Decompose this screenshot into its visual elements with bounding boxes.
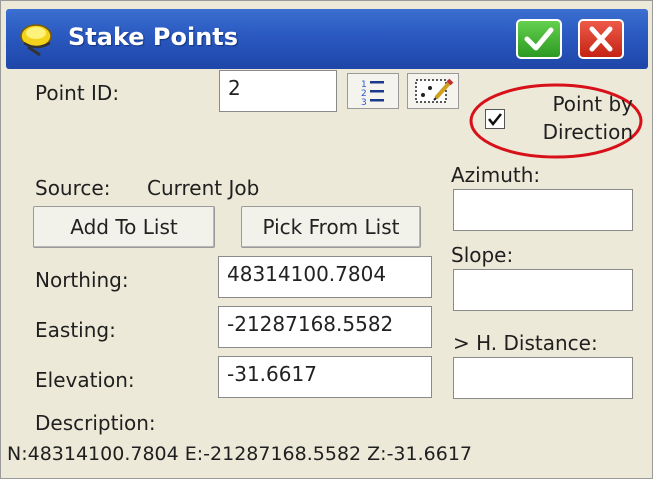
point-by-direction-checkbox[interactable] — [485, 109, 505, 129]
close-button[interactable] — [578, 19, 624, 59]
azimuth-label: Azimuth: — [451, 163, 541, 187]
svg-text:3: 3 — [361, 98, 367, 108]
azimuth-input[interactable] — [453, 189, 633, 231]
ok-button[interactable] — [516, 19, 562, 59]
description-label: Description: — [35, 411, 156, 435]
slope-label: Slope: — [451, 243, 514, 267]
stake-points-window: Stake Points Point ID: 2 1 2 3 Point by … — [0, 0, 653, 479]
h-distance-label: > H. Distance: — [453, 331, 598, 355]
survey-instrument-icon — [20, 24, 52, 57]
h-distance-input[interactable] — [453, 357, 633, 399]
slope-input[interactable] — [453, 269, 633, 311]
northing-input[interactable]: 48314100.7804 — [218, 256, 432, 298]
list-icon: 1 2 3 — [361, 80, 384, 108]
coordinate-summary: N:48314100.7804 E:-21287168.5582 Z:-31.6… — [7, 443, 472, 465]
point-id-label: Point ID: — [35, 81, 120, 105]
checkmark-icon — [524, 27, 554, 51]
point-list-button[interactable]: 1 2 3 — [347, 73, 399, 109]
window-title: Stake Points — [68, 23, 239, 51]
add-to-list-button[interactable]: Add To List — [33, 206, 215, 248]
point-by-direction-label: Point by Direction — [542, 92, 633, 144]
close-icon — [589, 26, 613, 52]
easting-input[interactable]: -21287168.5582 — [218, 306, 432, 348]
title-bar: Stake Points — [6, 9, 648, 69]
northing-label: Northing: — [35, 268, 129, 292]
elevation-label: Elevation: — [35, 368, 135, 392]
elevation-input[interactable]: -31.6617 — [218, 356, 432, 398]
source-value: Current Job — [147, 176, 260, 200]
map-select-button[interactable] — [407, 73, 459, 109]
checkbox-check-icon — [488, 113, 502, 127]
source-label: Source: — [35, 176, 111, 200]
pick-from-list-button[interactable]: Pick From List — [241, 206, 421, 248]
point-id-input[interactable]: 2 — [219, 70, 337, 112]
easting-label: Easting: — [35, 318, 116, 342]
map-edit-icon — [415, 78, 454, 103]
